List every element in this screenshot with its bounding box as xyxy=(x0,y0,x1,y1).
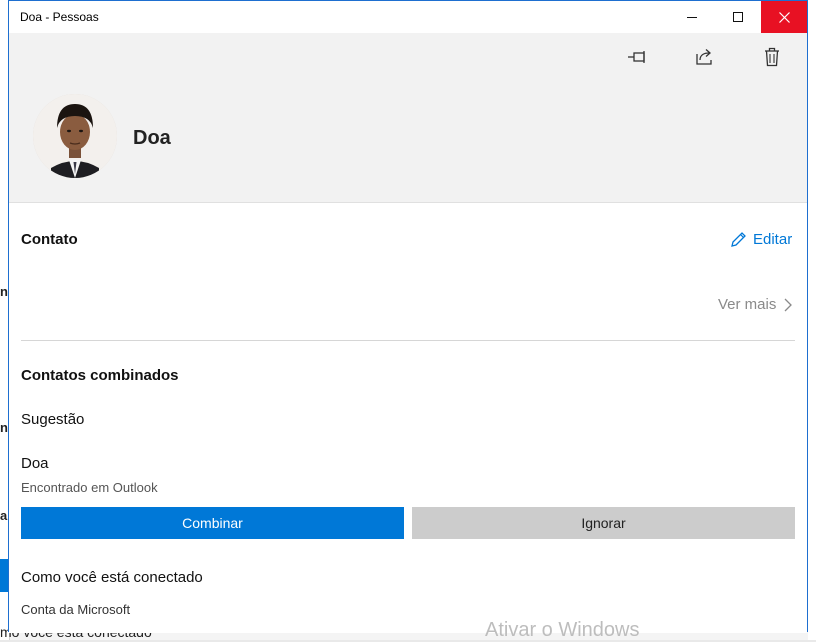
contact-section-title: Contato xyxy=(21,231,78,248)
pin-button[interactable] xyxy=(623,45,653,69)
title-bar: Doa - Pessoas xyxy=(9,1,807,33)
chevron-right-icon xyxy=(784,298,793,311)
pin-icon xyxy=(628,51,645,63)
bg-char: n xyxy=(0,420,8,435)
pencil-icon xyxy=(731,232,746,247)
suggestion-label: Sugestão xyxy=(21,411,85,428)
minimize-button[interactable] xyxy=(669,1,715,33)
people-window: Doa - Pessoas Doa Contato Editar Ver mai… xyxy=(8,0,808,641)
activation-watermark: Ativar o Windows xyxy=(485,619,640,641)
share-icon xyxy=(696,49,712,65)
delete-button[interactable] xyxy=(757,45,787,69)
close-button[interactable] xyxy=(761,1,807,33)
trash-icon xyxy=(765,47,779,67)
close-icon xyxy=(778,11,790,23)
avatar-photo xyxy=(33,94,117,178)
combined-contacts-title: Contatos combinados xyxy=(21,367,179,384)
contact-name: Doa xyxy=(133,127,171,149)
contact-header: Doa xyxy=(9,33,807,203)
see-more-label: Ver mais xyxy=(718,296,777,313)
ignore-button[interactable]: Ignorar xyxy=(412,507,795,539)
edit-label: Editar xyxy=(753,231,793,248)
background-window-right-edge xyxy=(808,0,816,640)
avatar xyxy=(33,94,117,178)
suggested-contact-source: Encontrado em Outlook xyxy=(21,480,158,495)
contact-details: Contato Editar Ver mais Contatos combina… xyxy=(9,203,807,641)
connection-account: Conta da Microsoft xyxy=(21,602,131,617)
maximize-icon xyxy=(732,11,743,22)
maximize-button[interactable] xyxy=(715,1,761,33)
suggested-contact-name: Doa xyxy=(21,455,49,472)
see-more-link[interactable]: Ver mais xyxy=(718,296,793,313)
combine-button[interactable]: Combinar xyxy=(21,507,404,539)
connection-section-title: Como você está conectado xyxy=(21,569,203,586)
bg-char: a xyxy=(0,508,8,523)
window-title: Doa - Pessoas xyxy=(20,10,99,24)
bg-char: n xyxy=(0,284,8,299)
minimize-icon xyxy=(686,16,697,18)
share-button[interactable] xyxy=(690,45,720,69)
section-divider xyxy=(21,340,795,341)
edit-button[interactable]: Editar xyxy=(730,231,792,248)
